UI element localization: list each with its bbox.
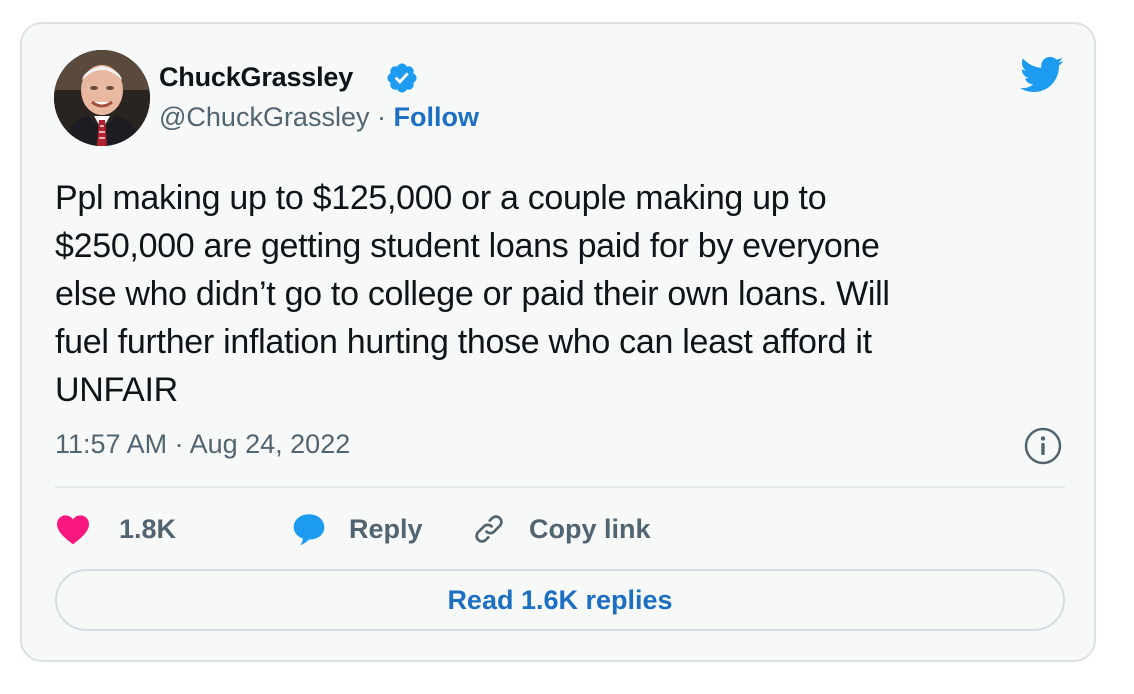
follow-button[interactable]: Follow	[394, 102, 479, 132]
tweet-text: Ppl making up to $125,000 or a couple ma…	[55, 174, 1065, 414]
handle-separator: ·	[376, 102, 386, 132]
like-button[interactable]: 1.8K	[55, 513, 291, 545]
tweet-text-line: else who didn’t go to college or paid th…	[55, 275, 890, 313]
author-display-name[interactable]: ChuckGrassley	[159, 62, 353, 93]
twitter-bird-icon[interactable]	[1020, 56, 1064, 94]
tweet-timestamp[interactable]: 11:57 AM · Aug 24, 2022	[55, 429, 350, 460]
tweet-text-line: $250,000 are getting student loans paid …	[55, 227, 880, 265]
reply-label: Reply	[349, 513, 423, 544]
action-bar: 1.8K Reply Copy link	[55, 506, 651, 552]
reply-button[interactable]: Reply	[291, 511, 471, 547]
tweet-text-line: UNFAIR	[55, 371, 178, 409]
copy-link-button[interactable]: Copy link	[471, 511, 651, 547]
tweet-text-line: fuel further inflation hurting those who…	[55, 323, 872, 361]
avatar-portrait-icon	[54, 50, 150, 146]
author-handle-row: @ChuckGrassley · Follow	[159, 102, 479, 133]
like-count: 1.8K	[119, 513, 177, 544]
tweet-text-line: Ppl making up to $125,000 or a couple ma…	[55, 179, 827, 217]
heart-icon	[57, 515, 89, 545]
author-handle[interactable]: @ChuckGrassley	[159, 102, 369, 132]
speech-bubble-icon	[293, 514, 325, 546]
info-icon[interactable]	[1023, 426, 1063, 466]
divider	[55, 486, 1065, 488]
link-icon	[475, 515, 503, 543]
avatar[interactable]	[54, 50, 150, 146]
verified-badge-icon	[387, 63, 417, 93]
tweet-card: ChuckGrassley @ChuckGrassley · Follow Pp…	[20, 22, 1096, 662]
copy-link-label: Copy link	[529, 513, 651, 544]
read-replies-button[interactable]: Read 1.6K replies	[55, 569, 1065, 631]
